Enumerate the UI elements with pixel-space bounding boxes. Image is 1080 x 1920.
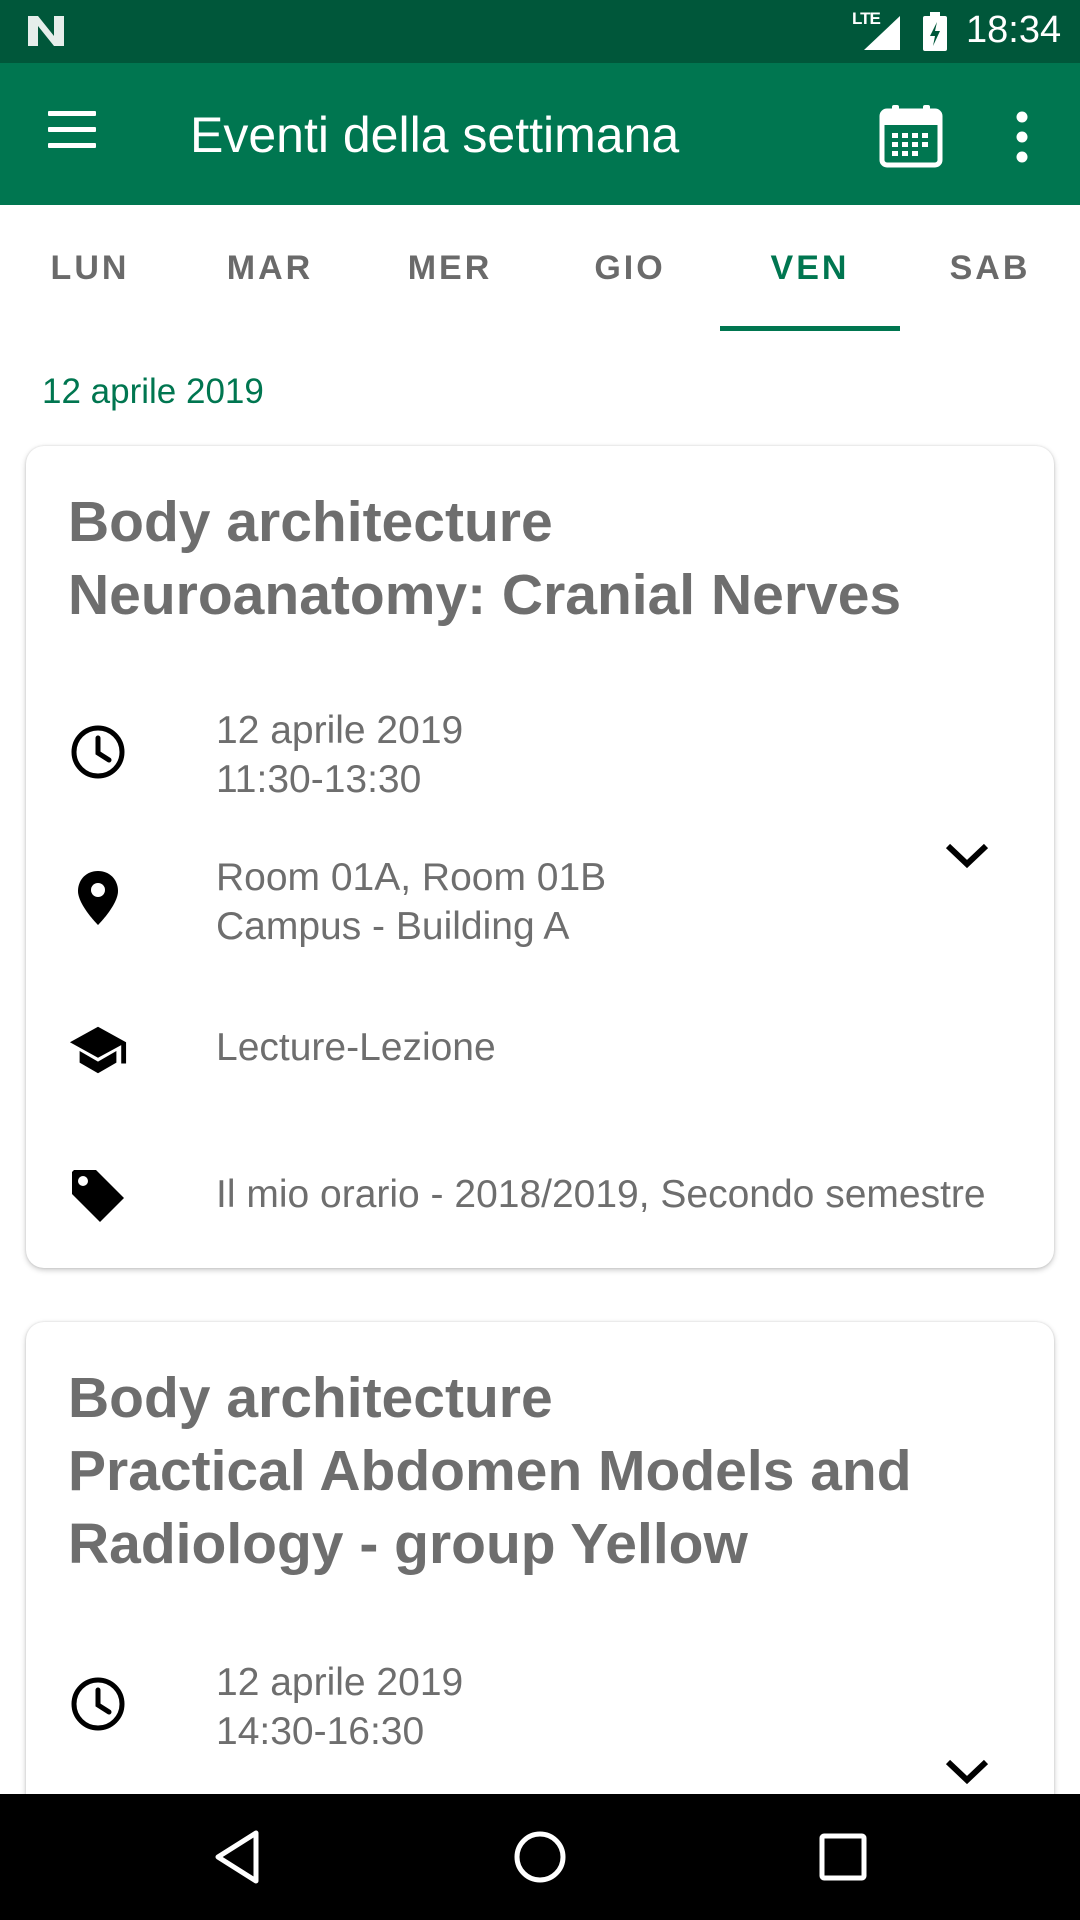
- date-header: 12 aprile 2019: [42, 372, 264, 411]
- event-datetime: 12 aprile 2019 11:30-13:30: [216, 706, 463, 804]
- more-vert-icon: [1016, 111, 1028, 163]
- clock-icon: [68, 722, 128, 782]
- status-time: 18:34: [966, 9, 1062, 51]
- more-options-button[interactable]: [1000, 107, 1044, 167]
- event-course: Body architecture: [68, 1366, 553, 1430]
- status-bar: LTE 18:34: [0, 0, 1080, 63]
- page-title: Eventi della settimana: [190, 107, 680, 163]
- event-course: Body architecture: [68, 490, 553, 554]
- event-date: 12 aprile 2019: [216, 709, 464, 752]
- event-building: Campus - Building A: [216, 905, 570, 948]
- home-icon: [514, 1831, 566, 1883]
- calendar-button[interactable]: [878, 103, 944, 169]
- event-datetime: 12 aprile 2019 14:30-16:30: [216, 1658, 463, 1756]
- tab-sab[interactable]: SAB: [900, 205, 1080, 331]
- menu-button[interactable]: [48, 111, 98, 151]
- tab-ven[interactable]: VEN: [720, 205, 900, 331]
- event-title: Body architecture Neuroanatomy: Cranial …: [68, 486, 1018, 632]
- tab-mer[interactable]: MER: [360, 205, 540, 331]
- back-button[interactable]: [202, 1824, 272, 1890]
- tab-indicator: [720, 326, 900, 331]
- chevron-down-icon: [945, 843, 989, 869]
- clock-icon: [68, 1674, 128, 1734]
- event-title: Body architecture Practical Abdomen Mode…: [68, 1362, 1018, 1581]
- screen: LTE 18:34 Eventi della settimana LUN MAR…: [0, 0, 1080, 1920]
- event-date: 12 aprile 2019: [216, 1661, 464, 1704]
- event-subject: Neuroanatomy: Cranial Nerves: [68, 563, 902, 627]
- event-subject-cont: Radiology - group Yellow: [68, 1512, 748, 1576]
- event-time: 11:30-13:30: [216, 758, 422, 801]
- tag-icon: [68, 1166, 128, 1226]
- event-subject: Practical Abdomen Models and: [68, 1439, 912, 1503]
- back-icon: [215, 1830, 259, 1884]
- battery-icon: [923, 12, 947, 51]
- n-logo-icon: [28, 16, 64, 46]
- school-icon: [68, 1020, 128, 1080]
- chevron-down-icon: [945, 1759, 989, 1785]
- app-bar: Eventi della settimana: [0, 63, 1080, 205]
- menu-icon: [48, 111, 98, 148]
- location-pin-icon: [68, 868, 128, 928]
- tab-mar[interactable]: MAR: [180, 205, 360, 331]
- event-location: Room 01A, Room 01B Campus - Building A: [216, 853, 606, 951]
- event-room: Room 01A, Room 01B: [216, 856, 607, 899]
- recents-icon: [819, 1833, 867, 1881]
- calendar-icon: [879, 105, 943, 168]
- recents-button[interactable]: [808, 1824, 878, 1890]
- expand-button[interactable]: [942, 836, 992, 876]
- signal-icon: [864, 16, 900, 50]
- tab-gio[interactable]: GIO: [540, 205, 720, 331]
- day-tabs: LUN MAR MER GIO VEN SAB: [0, 205, 1080, 331]
- event-time: 14:30-16:30: [216, 1710, 425, 1753]
- event-card[interactable]: Body architecture Neuroanatomy: Cranial …: [26, 446, 1054, 1268]
- tab-lun[interactable]: LUN: [0, 205, 180, 331]
- event-tag: Il mio orario - 2018/2019, Secondo semes…: [216, 1173, 986, 1216]
- home-button[interactable]: [505, 1824, 575, 1890]
- event-type: Lecture-Lezione: [216, 1026, 496, 1069]
- navigation-bar: [0, 1794, 1080, 1920]
- expand-button[interactable]: [942, 1752, 992, 1792]
